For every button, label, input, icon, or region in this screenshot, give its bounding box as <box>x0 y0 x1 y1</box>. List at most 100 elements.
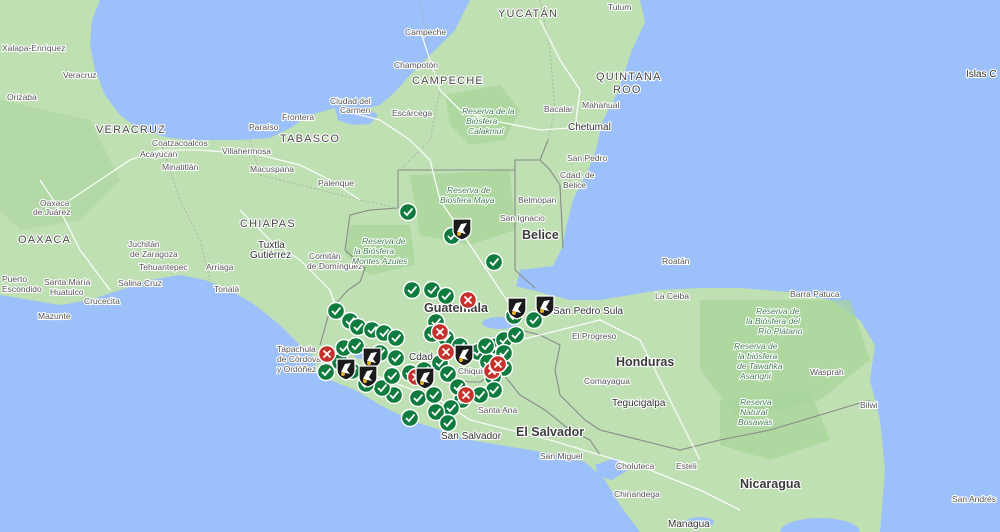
label-city-de-cordova: de Córdova <box>277 354 321 364</box>
label-country-el-salvador: El Salvador <box>516 425 584 439</box>
label-country-guatemala: Guatemala <box>424 301 489 315</box>
label-city-paraiso: Paraíso <box>249 122 279 132</box>
label-city-veracruz: Veracruz <box>63 70 97 80</box>
label-reserve-tawahka-4: Asangni <box>739 371 772 381</box>
label-city-esteli: Esteli <box>676 461 697 471</box>
crest-marker-icon[interactable] <box>336 358 356 381</box>
check-marker-icon[interactable] <box>386 348 406 368</box>
label-city-barra-patuca: Barra Patuca <box>790 289 840 299</box>
crest-marker-icon[interactable] <box>415 367 435 390</box>
label-city-tegucigalpa: Tegucigalpa <box>612 398 666 409</box>
label-city-palenque: Palenque <box>318 178 354 188</box>
label-city-tulum: Tulum <box>608 2 631 12</box>
label-city-huatulco: Huatulco <box>50 287 84 297</box>
label-reserve-maya-2: Biosfera Maya <box>440 195 495 205</box>
cross-marker-icon[interactable] <box>458 290 478 310</box>
label-city-salina-cruz: Salina Cruz <box>118 278 162 288</box>
label-state-quintana: QUINTANA <box>596 71 662 83</box>
label-city-macuspana: Macuspana <box>250 164 294 174</box>
label-city-cdad-de: Cdad. de <box>560 170 595 180</box>
crest-marker-icon[interactable] <box>507 297 527 320</box>
cross-marker-icon[interactable] <box>430 322 450 342</box>
label-city-managua: Managua <box>668 519 710 530</box>
label-city-san-pedro-sula: San Pedro Sula <box>553 306 623 317</box>
label-city-campeche: Campeche <box>405 27 446 37</box>
check-marker-icon[interactable] <box>382 366 402 386</box>
label-state-tabasco: TABASCO <box>280 133 340 145</box>
label-city-minatitlan: Minatitlán <box>162 162 199 172</box>
check-marker-icon[interactable] <box>476 336 496 356</box>
label-city-san-miguel: San Miguel <box>540 451 583 461</box>
label-reserve-bosawas-3: Bosawás <box>738 417 773 427</box>
label-city-bacalar: Bacalar <box>544 104 573 114</box>
check-marker-icon[interactable] <box>438 413 458 433</box>
label-reserve-calakmul-1: Reserva de la <box>462 106 515 116</box>
label-city-frontera: Frontera <box>282 112 314 122</box>
label-city-chetumal: Chetumal <box>568 122 611 133</box>
check-marker-icon[interactable] <box>402 280 422 300</box>
label-reserve-tawahka-3: de Tawahka <box>737 361 783 371</box>
label-reserve-maya-1: Reserva de <box>447 185 491 195</box>
label-state-roo: ROO <box>613 84 642 96</box>
check-marker-icon[interactable] <box>346 336 366 356</box>
label-city-roatan: Roatán <box>662 256 690 266</box>
crest-marker-icon[interactable] <box>452 218 472 241</box>
label-reserve-platano-1: Reserva de <box>756 306 800 316</box>
label-city-tehuantepec: Tehuantepec <box>139 262 188 272</box>
check-marker-icon[interactable] <box>408 388 428 408</box>
label-reserve-bosawas-1: Reserva <box>740 397 772 407</box>
label-state-veracruz: VERACRUZ <box>96 124 166 136</box>
label-city-arriaga: Arriaga <box>206 262 234 272</box>
label-reserve-platano-2: la Biósfera del <box>746 316 801 326</box>
label-city-belice: Belice <box>563 180 586 190</box>
label-city-chinandega: Chinandega <box>614 489 660 499</box>
label-reserve-montes-1: Reserva de <box>362 236 406 246</box>
label-city-de-juarez: de Juárez <box>33 207 70 217</box>
label-city-de-zaragoza: de Zaragoza <box>130 249 178 259</box>
check-marker-icon[interactable] <box>386 328 406 348</box>
check-marker-icon[interactable] <box>316 362 336 382</box>
check-marker-icon[interactable] <box>436 286 456 306</box>
label-city-santa-maria: Santa María <box>44 277 91 287</box>
label-country-honduras: Honduras <box>616 355 674 369</box>
label-city-escarcega: Escárcega <box>392 108 432 118</box>
label-reserve-tawahka-1: Reserva de <box>734 341 778 351</box>
label-reserve-tawahka-2: la biósfera <box>738 351 777 361</box>
label-city-crucecita: Crucecita <box>84 296 120 306</box>
label-city-tapachula: Tapachula <box>277 344 316 354</box>
cross-marker-icon[interactable] <box>436 342 456 362</box>
cross-marker-icon[interactable] <box>488 354 508 374</box>
label-city-san-pedro: San Pedro <box>567 153 607 163</box>
crest-marker-icon[interactable] <box>358 365 378 388</box>
label-state-oaxaca: OAXACA <box>18 234 71 246</box>
crest-marker-icon[interactable] <box>535 295 555 318</box>
label-city-acayucan: Acayucan <box>140 149 178 159</box>
label-city-comitan: Comitán <box>309 251 341 261</box>
check-marker-icon[interactable] <box>424 385 444 405</box>
label-city-la-ceiba: La Ceiba <box>655 291 689 301</box>
label-reserve-platano-3: Río Plátano <box>758 326 803 336</box>
label-reserve-bosawas-2: Natural <box>740 407 769 417</box>
label-state-chiapas: CHIAPAS <box>240 218 296 230</box>
map-canvas[interactable]: YUCATÁN CAMPECHE QUINTANA ROO VERACRUZ T… <box>0 0 1000 532</box>
label-country-nicaragua: Nicaragua <box>740 477 801 491</box>
label-city-santa-ana: Santa Ana <box>478 405 518 415</box>
check-marker-icon[interactable] <box>398 202 418 222</box>
cross-marker-icon[interactable] <box>456 385 476 405</box>
label-city-islas-c: Islas C <box>966 69 997 80</box>
label-reserve-calakmul-3: Calakmul <box>468 126 505 136</box>
label-reserve-calakmul-2: Biósfera <box>466 116 497 126</box>
crest-marker-icon[interactable] <box>454 344 474 367</box>
label-city-wasprah: Wasprah <box>810 367 844 377</box>
label-state-campeche: CAMPECHE <box>412 75 484 87</box>
label-city-xalapa: Xalapa-Enríquez <box>2 43 65 53</box>
label-city-champoton: Champotón <box>394 60 438 70</box>
label-city-mahahual: Mahahual <box>582 100 619 110</box>
label-city-san-andres: San Andrés <box>952 494 996 504</box>
check-marker-icon[interactable] <box>441 398 461 418</box>
check-marker-icon[interactable] <box>484 252 504 272</box>
label-city-villahermosa: Villahermosa <box>222 146 271 156</box>
check-marker-icon[interactable] <box>506 325 526 345</box>
check-marker-icon[interactable] <box>400 408 420 428</box>
cross-marker-icon[interactable] <box>317 344 337 364</box>
